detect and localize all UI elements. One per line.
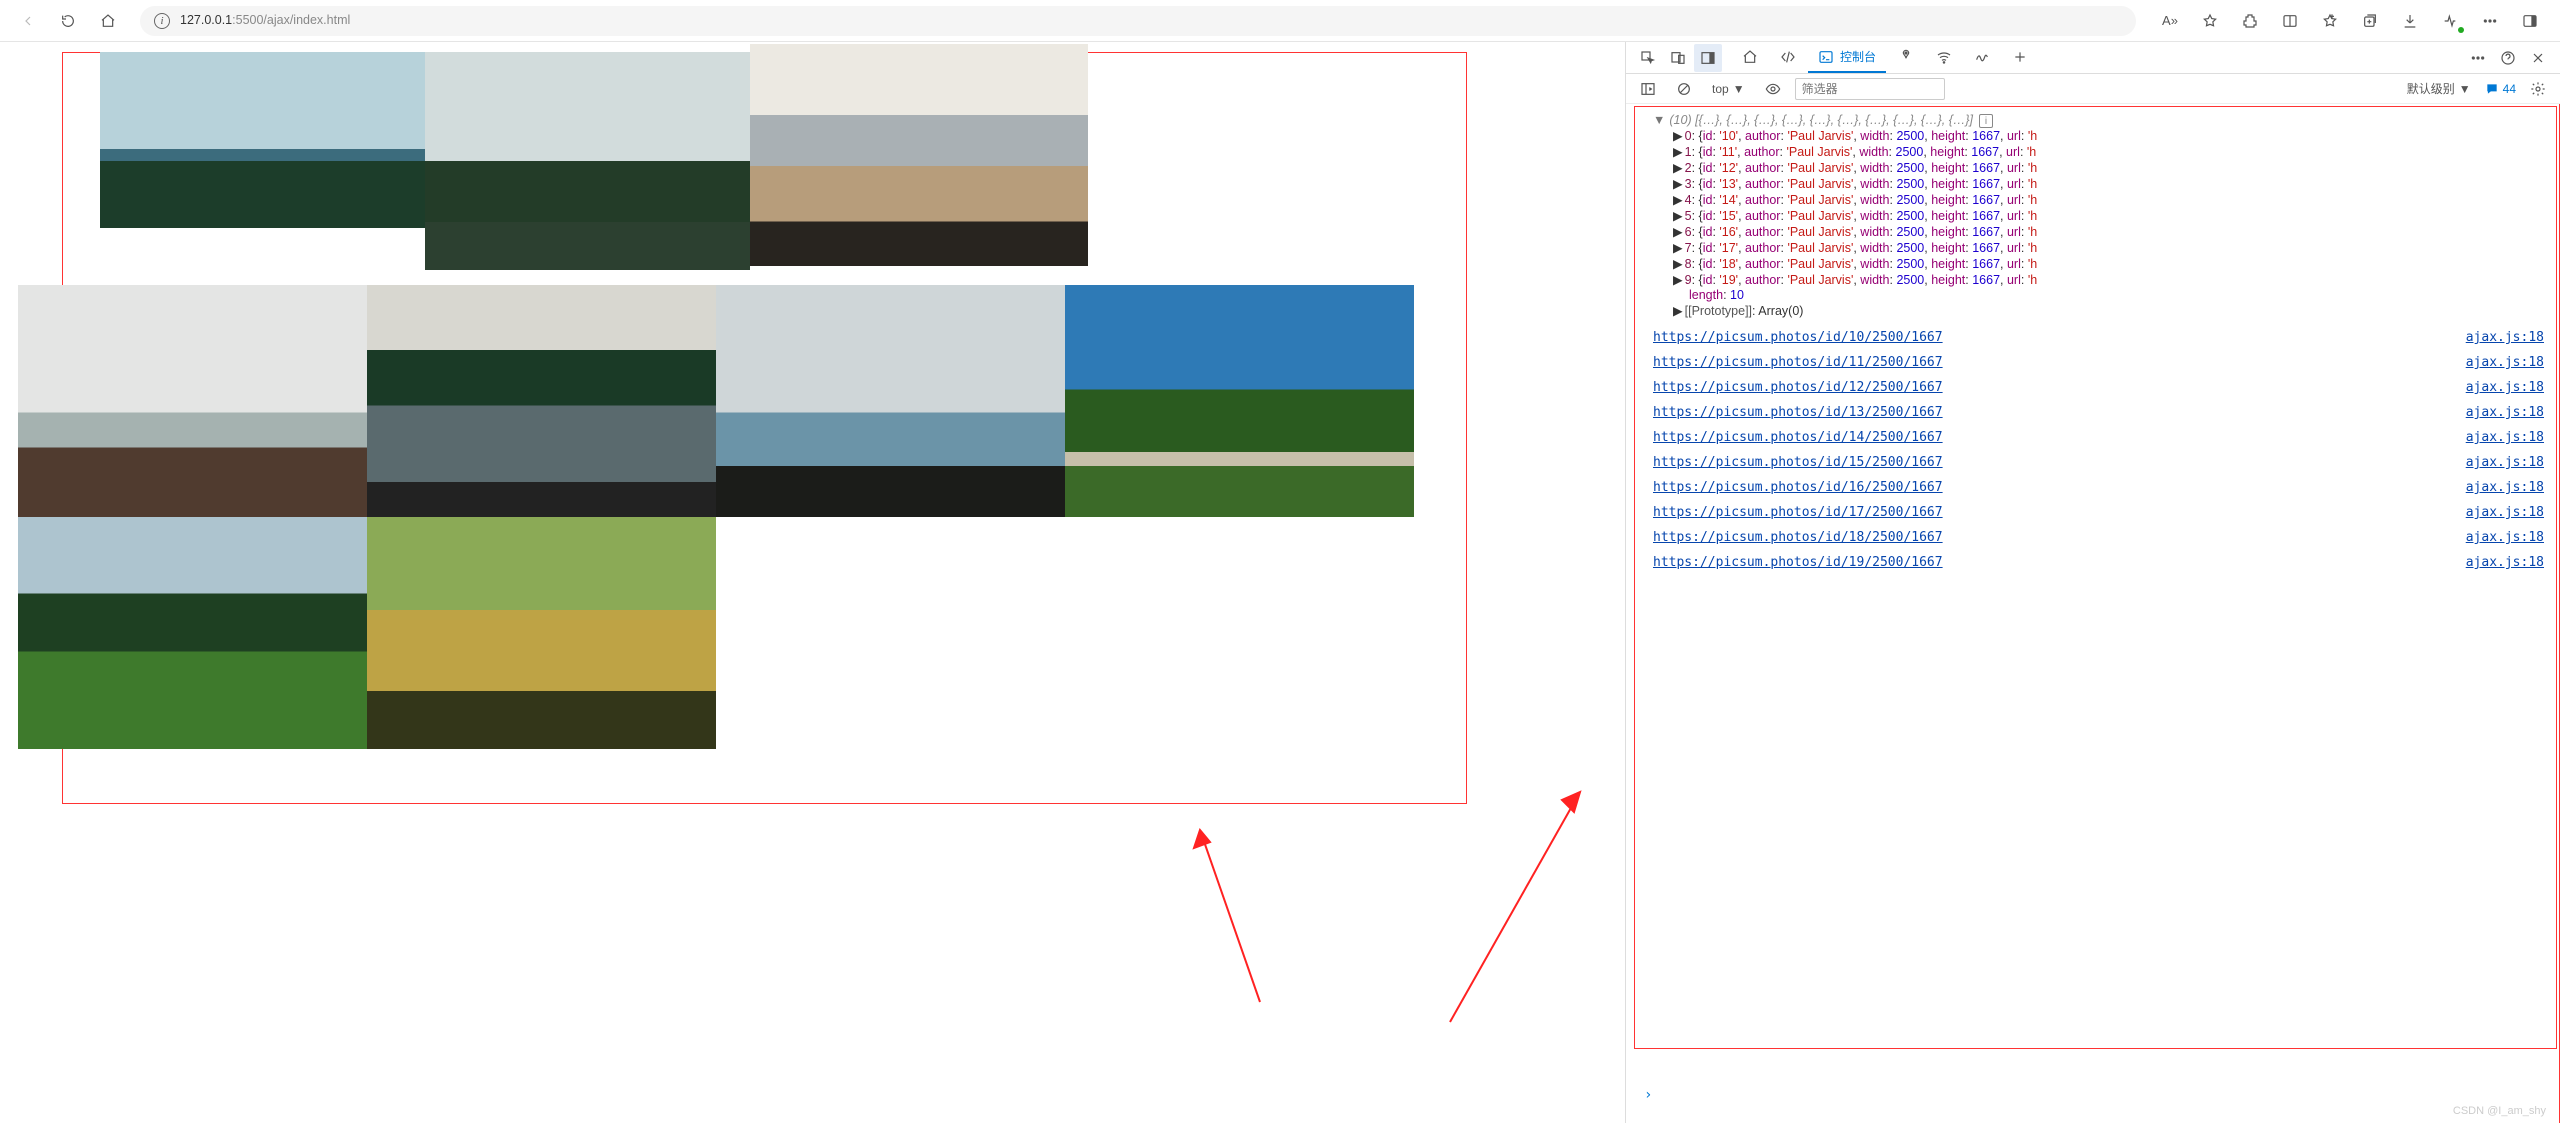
sidebar-toggle-icon[interactable] (2512, 5, 2548, 37)
console-url-row-3: https://picsum.photos/id/13/2500/1667 aja… (1635, 406, 2556, 419)
console-url-link[interactable]: https://picsum.photos/id/15/2500/1667 (1653, 456, 1943, 469)
tab-welcome[interactable] (1732, 43, 1768, 73)
performance-icon[interactable] (2432, 5, 2468, 37)
tab-elements[interactable] (1770, 43, 1806, 73)
array-item-3[interactable]: ▶3: {id: '13', author: 'Paul Jarvis', wi… (1635, 176, 2556, 192)
console-url-link[interactable]: https://picsum.photos/id/19/2500/1667 (1653, 556, 1943, 569)
source-link[interactable]: ajax.js:18 (2466, 431, 2544, 444)
address-bar[interactable]: i 127.0.0.1:5500/ajax/index.html (140, 6, 2136, 36)
collections-icon[interactable] (2352, 5, 2388, 37)
console-url-row-9: https://picsum.photos/id/19/2500/1667 aja… (1635, 556, 2556, 569)
source-link[interactable]: ajax.js:18 (2466, 381, 2544, 394)
source-link[interactable]: ajax.js:18 (2466, 531, 2544, 544)
image-3 (18, 285, 367, 517)
device-toggle-icon[interactable] (1664, 44, 1692, 72)
array-item-5[interactable]: ▶5: {id: '15', author: 'Paul Jarvis', wi… (1635, 208, 2556, 224)
array-item-2[interactable]: ▶2: {id: '12', author: 'Paul Jarvis', wi… (1635, 160, 2556, 176)
refresh-button[interactable] (52, 5, 84, 37)
console-url-row-2: https://picsum.photos/id/12/2500/1667 aja… (1635, 381, 2556, 394)
console-url-link[interactable]: https://picsum.photos/id/17/2500/1667 (1653, 506, 1943, 519)
console-url-row-6: https://picsum.photos/id/16/2500/1667 aja… (1635, 481, 2556, 494)
tab-network[interactable] (1926, 43, 1962, 73)
home-button[interactable] (92, 5, 124, 37)
console-url-link[interactable]: https://picsum.photos/id/12/2500/1667 (1653, 381, 1943, 394)
array-item-0[interactable]: ▶0: {id: '10', author: 'Paul Jarvis', wi… (1635, 128, 2556, 144)
tab-performance[interactable] (1964, 43, 2000, 73)
console-settings-icon[interactable] (2524, 75, 2552, 103)
console-url-link[interactable]: https://picsum.photos/id/18/2500/1667 (1653, 531, 1943, 544)
console-sidebar-toggle[interactable] (1634, 75, 1662, 103)
back-button[interactable] (12, 5, 44, 37)
image-4 (367, 285, 716, 517)
source-link[interactable]: ajax.js:18 (2466, 356, 2544, 369)
console-url-link[interactable]: https://picsum.photos/id/11/2500/1667 (1653, 356, 1943, 369)
console-url-link[interactable]: https://picsum.photos/id/10/2500/1667 (1653, 331, 1943, 344)
devtools-tabbar: 控制台 (1626, 42, 2560, 74)
prototype-line[interactable]: ▶[[Prototype]]: Array(0) (1635, 303, 2556, 319)
array-item-4[interactable]: ▶4: {id: '14', author: 'Paul Jarvis', wi… (1635, 192, 2556, 208)
console-prompt[interactable]: › (1644, 1087, 1652, 1103)
console-url-row-1: https://picsum.photos/id/11/2500/1667 aja… (1635, 356, 2556, 369)
source-link[interactable]: ajax.js:18 (2466, 406, 2544, 419)
array-item-1[interactable]: ▶1: {id: '11', author: 'Paul Jarvis', wi… (1635, 144, 2556, 160)
console-url-link[interactable]: https://picsum.photos/id/13/2500/1667 (1653, 406, 1943, 419)
source-link[interactable]: ajax.js:18 (2466, 481, 2544, 494)
clear-console-icon[interactable] (1670, 75, 1698, 103)
array-item-6[interactable]: ▶6: {id: '16', author: 'Paul Jarvis', wi… (1635, 224, 2556, 240)
console-url-row-4: https://picsum.photos/id/14/2500/1667 aja… (1635, 431, 2556, 444)
watermark: CSDN @I_am_shy (2453, 1105, 2546, 1117)
devtools-more-icon[interactable] (2464, 44, 2492, 72)
read-aloud-icon[interactable]: A» (2152, 5, 2188, 37)
downloads-icon[interactable] (2392, 5, 2428, 37)
array-item-7[interactable]: ▶7: {id: '17', author: 'Paul Jarvis', wi… (1635, 240, 2556, 256)
url-text: 127.0.0.1:5500/ajax/index.html (180, 13, 350, 28)
image-7 (18, 517, 367, 749)
image-1 (425, 52, 750, 270)
split-screen-icon[interactable] (2272, 5, 2308, 37)
console-body: ajax.js:15 ▼(10) [{…}, {…}, {…}, {…}, {…… (1626, 104, 2560, 1123)
browser-toolbar: i 127.0.0.1:5500/ajax/index.html A» (0, 0, 2560, 42)
inspect-element-icon[interactable] (1634, 44, 1662, 72)
issues-badge[interactable]: 44 (2485, 82, 2516, 96)
image-2 (750, 44, 1088, 266)
filter-input[interactable] (1795, 78, 1945, 100)
console-url-row-7: https://picsum.photos/id/17/2500/1667 aja… (1635, 506, 2556, 519)
console-url-row-0: https://picsum.photos/id/10/2500/1667 aja… (1635, 331, 2556, 344)
tab-console[interactable]: 控制台 (1808, 42, 1886, 73)
tab-more[interactable] (2002, 43, 2038, 73)
devtools-close-icon[interactable] (2524, 44, 2552, 72)
dock-side-icon[interactable] (1694, 44, 1722, 72)
log-level-selector[interactable]: 默认级别 ▼ (2401, 78, 2477, 99)
devtools-panel: 控制台 top ▼ 默认级别 ▼ 44 (1625, 42, 2560, 1123)
array-item-9[interactable]: ▶9: {id: '19', author: 'Paul Jarvis', wi… (1635, 272, 2556, 288)
source-link[interactable]: ajax.js:18 (2466, 456, 2544, 469)
live-expression-icon[interactable] (1759, 75, 1787, 103)
tab-sources[interactable] (1888, 43, 1924, 73)
console-toolbar: top ▼ 默认级别 ▼ 44 (1626, 74, 2560, 104)
image-5 (716, 285, 1065, 517)
extensions-icon[interactable] (2232, 5, 2268, 37)
source-link[interactable]: ajax.js:18 (2466, 556, 2544, 569)
page-viewport: click (0, 42, 1625, 1123)
length-line: length: 10 (1635, 288, 2556, 303)
array-item-8[interactable]: ▶8: {id: '18', author: 'Paul Jarvis', wi… (1635, 256, 2556, 272)
image-0 (100, 52, 425, 228)
image-8 (367, 517, 716, 749)
context-selector[interactable]: top ▼ (1706, 80, 1751, 98)
devtools-help-icon[interactable] (2494, 44, 2522, 72)
more-icon[interactable] (2472, 5, 2508, 37)
image-6 (1065, 285, 1414, 517)
console-url-link[interactable]: https://picsum.photos/id/14/2500/1667 (1653, 431, 1943, 444)
console-url-row-8: https://picsum.photos/id/18/2500/1667 aja… (1635, 531, 2556, 544)
favorites-bar-icon[interactable] (2312, 5, 2348, 37)
favorite-icon[interactable] (2192, 5, 2228, 37)
array-summary[interactable]: ▼(10) [{…}, {…}, {…}, {…}, {…}, {…}, {…}… (1635, 113, 2556, 128)
source-link[interactable]: ajax.js:18 (2466, 506, 2544, 519)
site-info-icon[interactable]: i (154, 13, 170, 29)
console-url-row-5: https://picsum.photos/id/15/2500/1667 aja… (1635, 456, 2556, 469)
source-link[interactable]: ajax.js:18 (2466, 331, 2544, 344)
console-url-link[interactable]: https://picsum.photos/id/16/2500/1667 (1653, 481, 1943, 494)
